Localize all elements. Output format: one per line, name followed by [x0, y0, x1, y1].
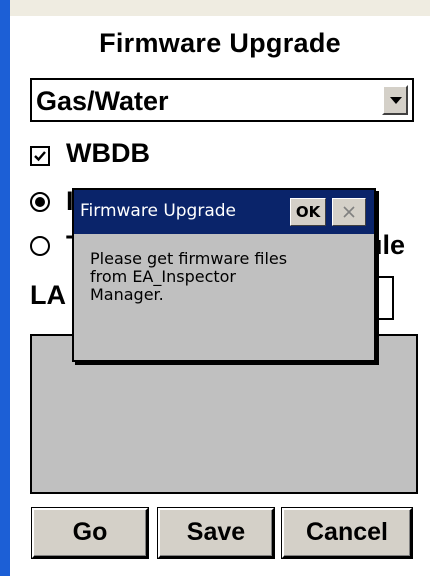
save-button[interactable]: Save — [158, 508, 274, 558]
dialog-title: Firmware Upgrade — [80, 201, 236, 221]
dialog-message-line: from EA_Inspector — [90, 267, 237, 286]
radio-selected-dot — [35, 197, 45, 207]
dialog-message-line: Manager. — [90, 285, 164, 304]
window-left-edge — [0, 0, 10, 576]
radio-option-2[interactable] — [30, 236, 50, 256]
dialog-ok-button[interactable]: OK — [290, 198, 326, 226]
chevron-down-icon[interactable] — [382, 85, 408, 115]
device-screen: Firmware Upgrade Gas/Water WBDB I T ule … — [0, 0, 430, 576]
cancel-button[interactable]: Cancel — [282, 508, 412, 558]
dialog-message: Please get firmware files from EA_Inspec… — [90, 250, 360, 304]
field-label: LA — [30, 280, 66, 310]
page-title: Firmware Upgrade — [99, 28, 341, 58]
dialog-message-line: Please get firmware files — [90, 249, 288, 268]
checkmark-icon — [34, 151, 46, 162]
device-type-select-value: Gas/Water — [36, 86, 169, 116]
dialog-close-button[interactable] — [332, 198, 366, 226]
wbdb-checkbox-label: WBDB — [66, 138, 150, 168]
radio-option-1[interactable] — [30, 192, 50, 212]
dialog-titlebar: Firmware Upgrade OK — [74, 190, 374, 234]
go-button[interactable]: Go — [32, 508, 148, 558]
close-icon — [343, 206, 355, 218]
top-strip — [10, 0, 430, 16]
device-type-select[interactable]: Gas/Water — [30, 78, 414, 122]
wbdb-checkbox[interactable] — [30, 146, 50, 166]
firmware-upgrade-dialog: Firmware Upgrade OK Please get firmware … — [72, 188, 376, 362]
